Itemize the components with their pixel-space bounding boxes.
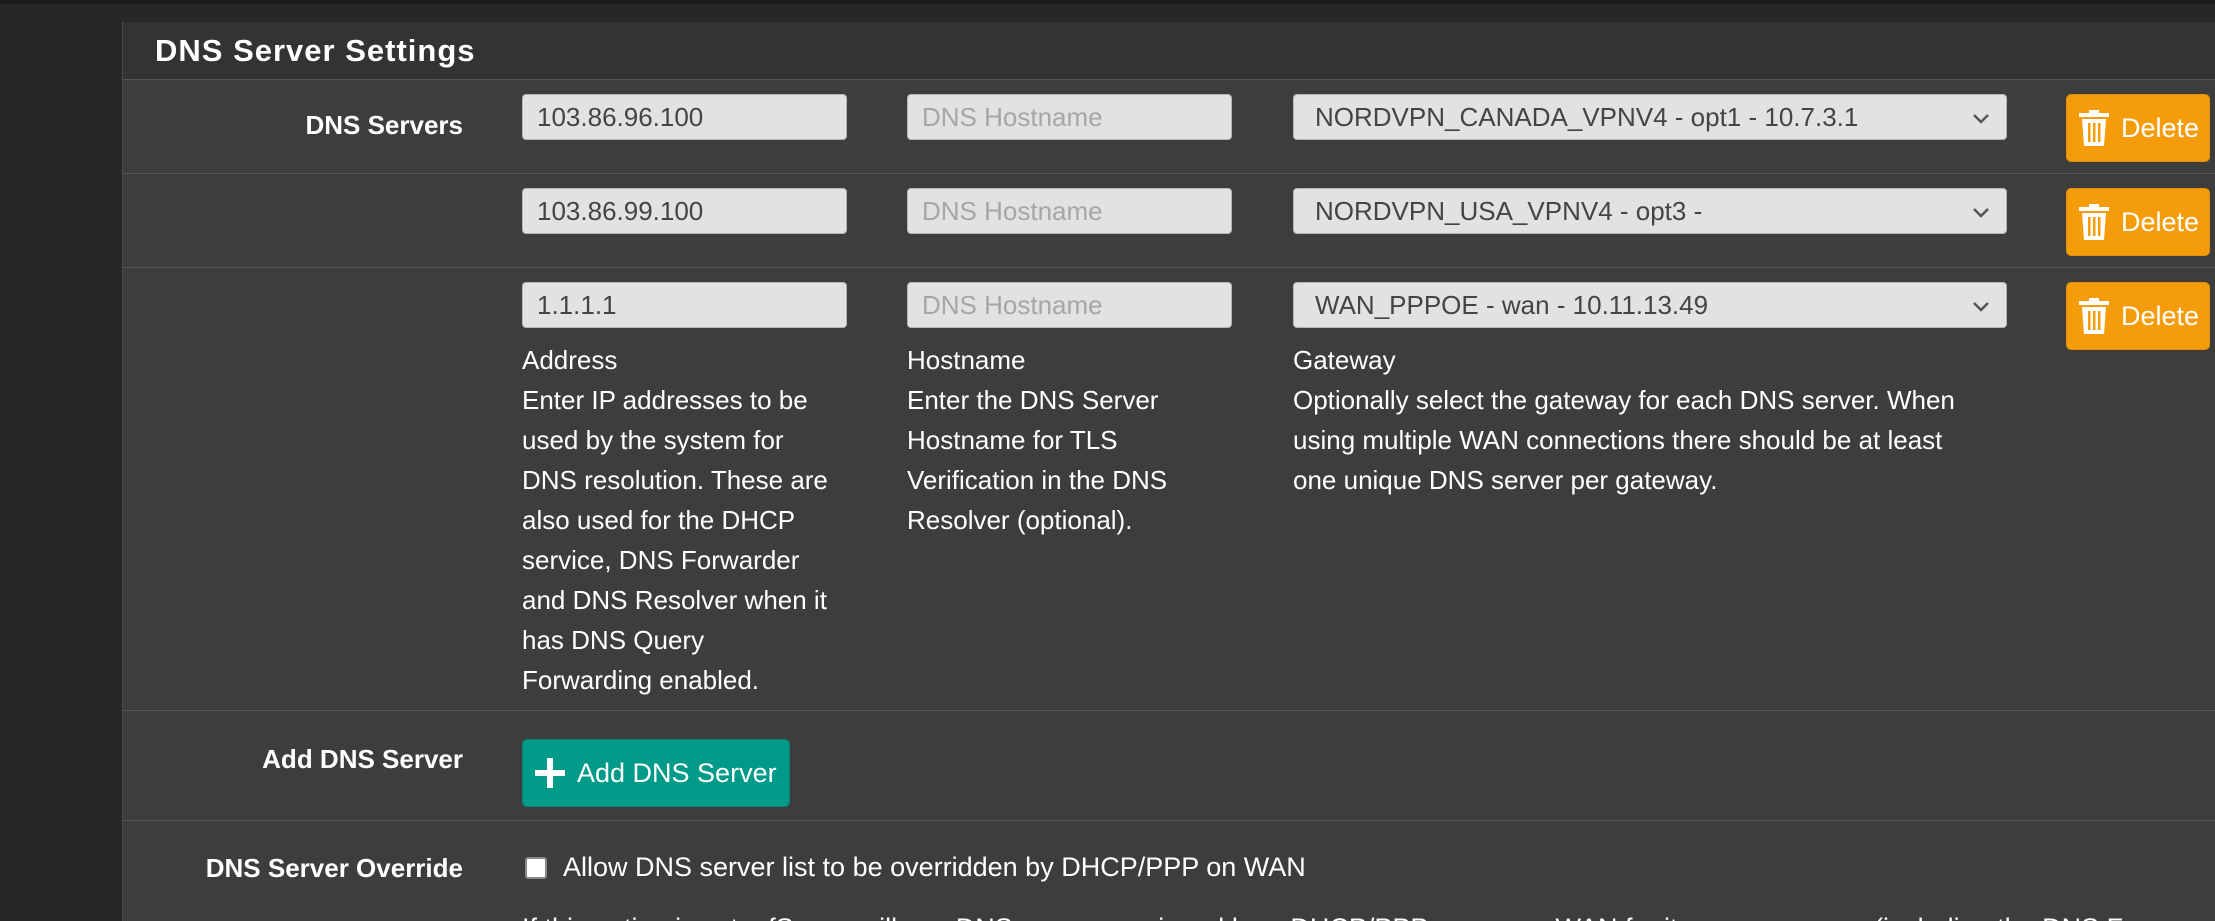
- dns-address-input[interactable]: 103.86.96.100: [522, 94, 847, 140]
- add-dns-server-label: Add DNS Server: [262, 744, 463, 774]
- gateway-select-value: WAN_PPPOE - wan - 10.11.13.49: [1315, 289, 1709, 320]
- help-line: Forwarding enabled.: [522, 665, 760, 695]
- trash-icon: [2079, 204, 2109, 240]
- gateway-select[interactable]: WAN_PPPOE - wan - 10.11.13.49: [1293, 282, 2007, 328]
- help-line: one unique DNS server per gateway.: [1293, 465, 1718, 495]
- delete-button[interactable]: Delete: [2066, 94, 2210, 162]
- plus-icon: [535, 758, 565, 788]
- delete-button-label: Delete: [2121, 112, 2200, 143]
- dns-hostname-input[interactable]: DNS Hostname: [907, 188, 1232, 234]
- trash-icon: [2079, 298, 2109, 334]
- gateway-select-value: NORDVPN_USA_VPNV4 - opt3 -: [1315, 195, 1703, 226]
- chevron-down-icon: [1973, 114, 1989, 124]
- dns-server-row: 1.1.1.1 DNS Hostname WAN_PPPOE - wan - 1…: [123, 268, 2215, 711]
- dns-address-input[interactable]: 103.86.99.100: [522, 188, 847, 234]
- help-line: Verification in the DNS: [907, 465, 1168, 495]
- help-title: Gateway: [1293, 345, 1396, 375]
- help-line: has DNS Query: [522, 625, 705, 655]
- address-help: Address Enter IP addresses to be used by…: [522, 340, 862, 700]
- help-line: using multiple WAN connections there sho…: [1293, 425, 1943, 455]
- dns-server-settings-panel: DNS Server Settings DNS Servers 103.86.9…: [122, 22, 2215, 921]
- help-title: Address: [522, 345, 618, 375]
- gateway-select-value: NORDVPN_CANADA_VPNV4 - opt1 - 10.7.3.1: [1315, 101, 1859, 132]
- help-line: Enter IP addresses to be: [522, 385, 808, 415]
- dns-servers-label: DNS Servers: [305, 110, 463, 140]
- override-help-text: If this option is set, pfSense will use …: [522, 913, 2182, 921]
- help-line: Enter the DNS Server: [907, 385, 1159, 415]
- delete-button[interactable]: Delete: [2066, 282, 2210, 350]
- dns-server-row: DNS Servers 103.86.96.100 DNS Hostname N…: [123, 80, 2215, 174]
- delete-button-label: Delete: [2121, 206, 2200, 237]
- dns-server-override-label: DNS Server Override: [205, 853, 463, 883]
- gateway-select[interactable]: NORDVPN_USA_VPNV4 - opt3 -: [1293, 188, 2007, 234]
- add-dns-server-button-label: Add DNS Server: [577, 757, 777, 788]
- delete-button-label: Delete: [2121, 300, 2200, 331]
- gateway-select[interactable]: NORDVPN_CANADA_VPNV4 - opt1 - 10.7.3.1: [1293, 94, 2007, 140]
- help-line: also used for the DHCP: [522, 505, 796, 535]
- dns-hostname-input[interactable]: DNS Hostname: [907, 94, 1232, 140]
- hostname-help: Hostname Enter the DNS Server Hostname f…: [907, 340, 1247, 540]
- help-line: and DNS Resolver when it: [522, 585, 827, 615]
- trash-icon: [2079, 110, 2109, 146]
- override-checkbox-label[interactable]: Allow DNS server list to be overridden b…: [563, 852, 1306, 883]
- dns-server-row: 103.86.99.100 DNS Hostname NORDVPN_USA_V…: [123, 174, 2215, 268]
- help-line: service, DNS Forwarder: [522, 545, 800, 575]
- help-line: Hostname for TLS: [907, 425, 1118, 455]
- gateway-help: Gateway Optionally select the gateway fo…: [1293, 340, 2033, 500]
- add-dns-server-row: Add DNS Server Add DNS Server: [123, 711, 2215, 821]
- panel-title: DNS Server Settings: [123, 22, 2215, 80]
- help-title: Hostname: [907, 345, 1026, 375]
- help-line: DNS resolution. These are: [522, 465, 828, 495]
- add-dns-server-button[interactable]: Add DNS Server: [522, 739, 790, 807]
- dns-hostname-input[interactable]: DNS Hostname: [907, 282, 1232, 328]
- chevron-down-icon: [1973, 302, 1989, 312]
- top-bar: [0, 0, 2215, 4]
- delete-button[interactable]: Delete: [2066, 188, 2210, 256]
- override-checkbox[interactable]: [525, 857, 547, 879]
- help-line: used by the system for: [522, 425, 784, 455]
- dns-address-input[interactable]: 1.1.1.1: [522, 282, 847, 328]
- help-line: Optionally select the gateway for each D…: [1293, 385, 1955, 415]
- chevron-down-icon: [1973, 208, 1989, 218]
- help-line: Resolver (optional).: [907, 505, 1133, 535]
- dns-server-override-row: DNS Server Override Allow DNS server lis…: [123, 821, 2215, 921]
